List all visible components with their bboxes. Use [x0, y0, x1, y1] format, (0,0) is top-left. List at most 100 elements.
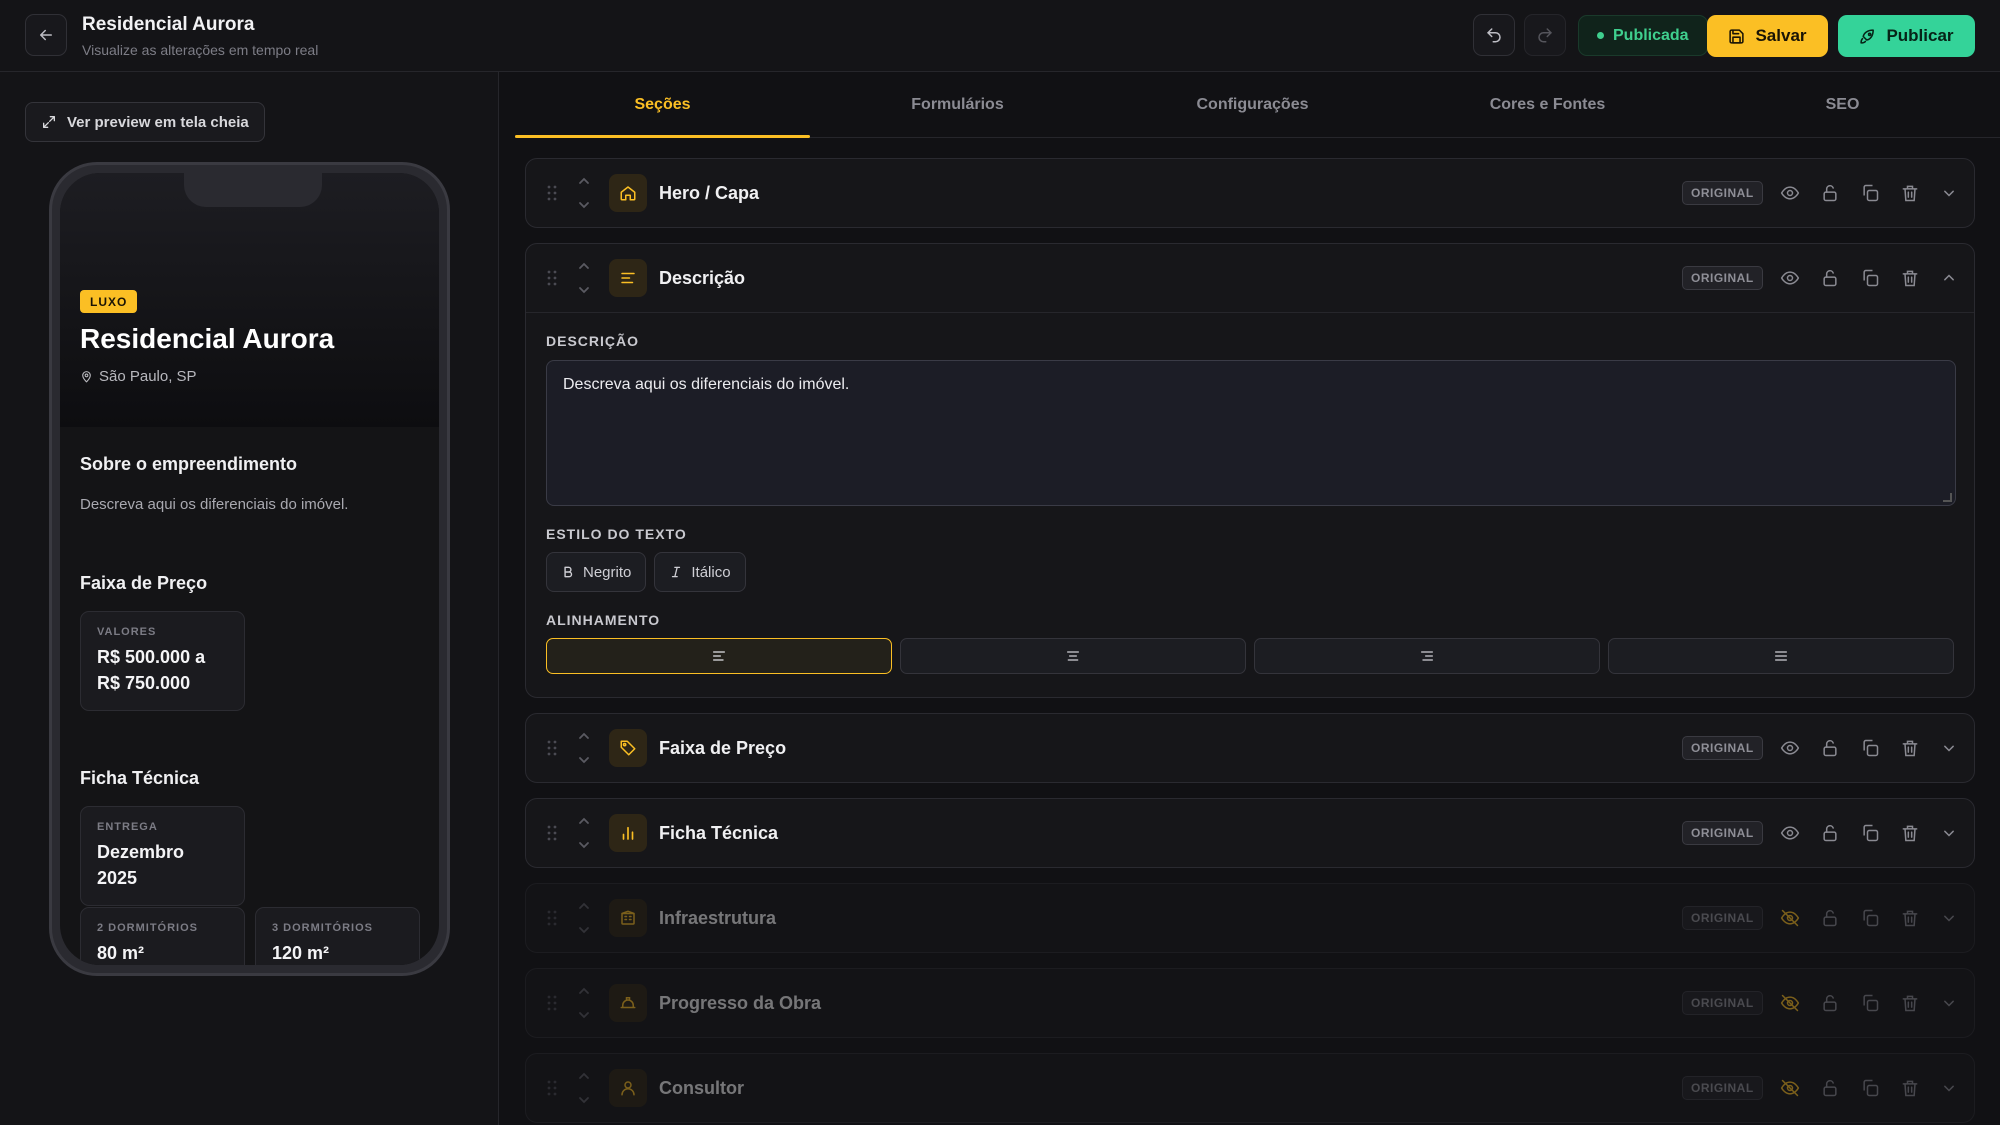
copy-icon[interactable] [1860, 738, 1880, 758]
drag-handle-icon[interactable] [546, 995, 558, 1011]
fullscreen-preview-button[interactable]: Ver preview em tela cheia [25, 102, 265, 142]
section-header[interactable]: Hero / Capa ORIGINAL [526, 159, 1974, 227]
align-center-button[interactable] [900, 638, 1246, 674]
chevron-down-icon[interactable] [578, 1096, 590, 1104]
lock-open-icon[interactable] [1820, 993, 1840, 1013]
chevron-down-icon[interactable] [1939, 1078, 1959, 1098]
trash-icon[interactable] [1900, 738, 1920, 758]
original-badge: ORIGINAL [1682, 1076, 1763, 1100]
chevron-down-icon[interactable] [578, 1011, 590, 1019]
drag-handle-icon[interactable] [546, 825, 558, 841]
chevron-down-icon[interactable] [1939, 183, 1959, 203]
publish-button[interactable]: Publicar [1838, 15, 1975, 57]
chevron-up-icon[interactable] [578, 902, 590, 910]
eye-icon[interactable] [1780, 823, 1800, 843]
section-header[interactable]: Ficha Técnica ORIGINAL [526, 799, 1974, 867]
lock-open-icon[interactable] [1820, 908, 1840, 928]
tab-seo[interactable]: SEO [1695, 72, 1990, 137]
chevron-up-icon[interactable] [578, 817, 590, 825]
align-justify-button[interactable] [1608, 638, 1954, 674]
drag-handle-icon[interactable] [546, 910, 558, 926]
chevron-up-icon[interactable] [578, 177, 590, 185]
trash-icon[interactable] [1900, 823, 1920, 843]
redo-button[interactable] [1524, 14, 1566, 56]
eye-icon[interactable] [1780, 738, 1800, 758]
chevron-down-icon[interactable] [578, 926, 590, 934]
lock-open-icon[interactable] [1820, 1078, 1840, 1098]
chevron-down-icon[interactable] [1939, 993, 1959, 1013]
title-block: Residencial Aurora Visualize as alteraçõ… [82, 14, 318, 58]
chevron-down-icon[interactable] [578, 201, 590, 209]
copy-icon[interactable] [1860, 268, 1880, 288]
drag-handle-icon[interactable] [546, 185, 558, 201]
drag-handle-icon[interactable] [546, 740, 558, 756]
copy-icon[interactable] [1860, 183, 1880, 203]
phone-screen[interactable]: LUXO Residencial Aurora São Paulo, SP So… [60, 173, 439, 965]
trash-icon[interactable] [1900, 908, 1920, 928]
trash-icon[interactable] [1900, 993, 1920, 1013]
lock-open-icon[interactable] [1820, 738, 1840, 758]
eye-off-icon[interactable] [1780, 1078, 1800, 1098]
chevron-up-icon[interactable] [578, 1072, 590, 1080]
chevron-down-icon[interactable] [578, 841, 590, 849]
eye-off-icon[interactable] [1780, 993, 1800, 1013]
section-header[interactable]: Infraestrutura ORIGINAL [526, 884, 1974, 952]
align-left-button[interactable] [546, 638, 892, 674]
eye-off-icon[interactable] [1780, 908, 1800, 928]
lock-open-icon[interactable] [1820, 823, 1840, 843]
copy-icon[interactable] [1860, 823, 1880, 843]
bold-button[interactable]: Negrito [546, 552, 647, 592]
preview-tech-card: ENTREGA Dezembro 2025 [80, 806, 245, 906]
align-right-button[interactable] [1254, 638, 1600, 674]
section-header[interactable]: Consultor ORIGINAL [526, 1054, 1974, 1122]
preview-tech-card-value: 80 m² [97, 943, 145, 963]
trash-icon[interactable] [1900, 268, 1920, 288]
back-button[interactable] [25, 14, 67, 56]
align-justify-icon [1775, 651, 1787, 661]
section-header[interactable]: Faixa de Preço ORIGINAL [526, 714, 1974, 782]
lock-open-icon[interactable] [1820, 268, 1840, 288]
chevron-down-icon[interactable] [1939, 738, 1959, 758]
drag-handle-icon[interactable] [546, 1080, 558, 1096]
chevron-up-icon[interactable] [578, 732, 590, 740]
bold-label: Negrito [583, 563, 632, 581]
section-title: Infraestrutura [659, 908, 777, 928]
resize-handle-icon[interactable] [1943, 493, 1952, 502]
chevron-down-icon[interactable] [578, 286, 590, 294]
italic-button[interactable]: Itálico [654, 552, 746, 592]
description-textarea[interactable]: Descreva aqui os diferenciais do imóvel. [546, 360, 1956, 506]
chevron-up-icon[interactable] [578, 987, 590, 995]
bold-icon [564, 566, 573, 578]
italic-icon [672, 566, 681, 578]
drag-handle-icon[interactable] [546, 270, 558, 286]
publish-label: Publicar [1886, 26, 1954, 45]
lock-open-icon[interactable] [1820, 183, 1840, 203]
tab-secoes[interactable]: Seções [515, 72, 810, 138]
chevron-up-icon[interactable] [1939, 268, 1959, 288]
section-icon-box [609, 984, 647, 1022]
tab-formularios[interactable]: Formulários [810, 72, 1105, 137]
trash-icon[interactable] [1900, 183, 1920, 203]
save-button[interactable]: Salvar [1707, 15, 1828, 57]
arrow-left-icon [40, 29, 52, 41]
section-header[interactable]: Descrição ORIGINAL [526, 244, 1974, 312]
copy-icon[interactable] [1860, 993, 1880, 1013]
section-header[interactable]: Progresso da Obra ORIGINAL [526, 969, 1974, 1037]
chevron-down-icon[interactable] [1939, 823, 1959, 843]
preview-tech-card-label: 3 DORMITÓRIOS [272, 922, 374, 934]
chevron-up-icon[interactable] [578, 262, 590, 270]
bar-chart-icon [622, 826, 634, 840]
undo-button[interactable] [1473, 14, 1515, 56]
tab-cores-e-fontes[interactable]: Cores e Fontes [1400, 72, 1695, 137]
tag-icon [620, 740, 636, 756]
copy-icon[interactable] [1860, 908, 1880, 928]
tab-configuracoes[interactable]: Configurações [1105, 72, 1400, 137]
chevron-down-icon[interactable] [578, 756, 590, 764]
eye-icon[interactable] [1780, 268, 1800, 288]
section-title: Descrição [659, 268, 746, 288]
eye-icon[interactable] [1780, 183, 1800, 203]
chevron-down-icon[interactable] [1939, 908, 1959, 928]
trash-icon[interactable] [1900, 1078, 1920, 1098]
copy-icon[interactable] [1860, 1078, 1880, 1098]
original-badge: ORIGINAL [1682, 266, 1763, 290]
